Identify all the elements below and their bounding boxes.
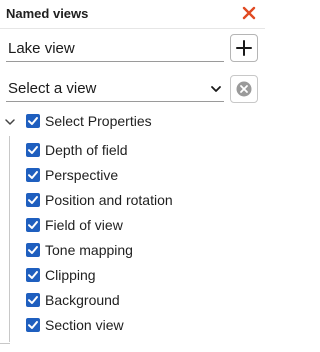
checkmark-icon [28,221,38,229]
select-properties-checkbox[interactable] [26,114,40,128]
tree-guide-end [0,343,10,344]
property-label: Clipping [45,267,96,283]
property-label: Field of view [45,217,123,233]
list-item: Section view [0,313,265,338]
select-properties-label: Select Properties [45,113,152,129]
property-checkbox[interactable] [26,243,40,257]
property-label: Background [45,292,120,308]
property-checkbox[interactable] [26,168,40,182]
checkmark-icon [28,321,38,329]
clear-selection-button[interactable] [230,75,258,103]
header-divider [0,28,265,29]
panel-title: Named views [6,6,89,21]
property-checkbox[interactable] [26,193,40,207]
view-select[interactable]: Select a view [6,76,224,102]
property-checkbox[interactable] [26,268,40,282]
list-item: Clipping [0,263,265,288]
checkmark-icon [28,271,38,279]
property-label: Section view [45,317,124,333]
list-item: Tone mapping [0,238,265,263]
checkmark-icon [28,246,38,254]
property-checkbox[interactable] [26,143,40,157]
property-checkbox[interactable] [26,318,40,332]
checkmark-icon [28,146,38,154]
checkmark-icon [28,196,38,204]
checkmark-icon [28,296,38,304]
property-checkbox[interactable] [26,218,40,232]
list-item: Perspective [0,163,265,188]
list-item: Depth of field [0,138,265,163]
view-select-value: Select a view [8,80,97,97]
list-item: Field of view [0,213,265,238]
close-icon[interactable] [239,3,259,23]
properties-tree-root: Select Properties [0,110,265,134]
property-label: Position and rotation [45,192,173,208]
chevron-down-icon[interactable] [4,116,16,128]
list-item: Position and rotation [0,188,265,213]
list-item: Background [0,288,265,313]
clear-circle-icon [236,81,252,97]
property-label: Tone mapping [45,242,133,258]
add-view-button[interactable] [230,34,258,62]
property-label: Depth of field [45,142,128,158]
plus-icon [236,40,252,56]
view-name-input[interactable] [6,36,224,62]
property-checkbox[interactable] [26,293,40,307]
chevron-down-icon [211,86,221,92]
checkmark-icon [28,171,38,179]
property-label: Perspective [45,167,119,183]
checkmark-icon [28,117,38,125]
